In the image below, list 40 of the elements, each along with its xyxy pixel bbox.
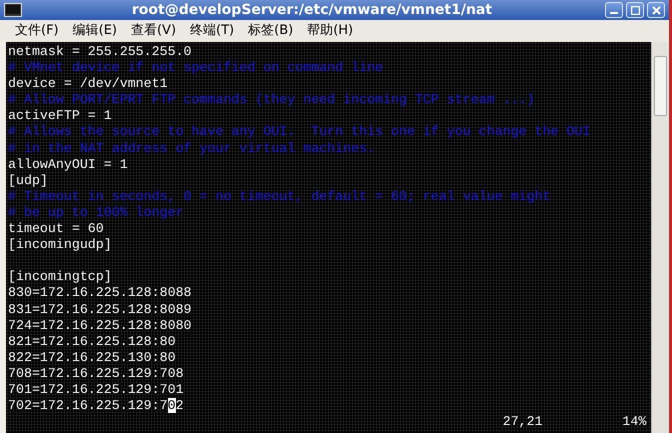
menu-item[interactable]: 帮助(H) [300, 21, 360, 41]
close-icon [652, 6, 660, 14]
config-line: 708=172.16.225.129:708 [8, 366, 185, 382]
maximize-button[interactable] [626, 2, 644, 18]
comment-line: # Allows the source to have any OUI. Turn this one if you change the OUI [8, 124, 592, 141]
config-line: activeFTP = 1 [8, 108, 113, 124]
config-line: 821=172.16.225.128:80 [8, 334, 177, 350]
config-line: device = /dev/vmnet1 [8, 76, 169, 92]
menu-item[interactable]: 文件(F) [8, 21, 66, 41]
scrollbar-thumb[interactable] [654, 56, 667, 116]
menu-item[interactable]: 编辑(E) [66, 21, 124, 41]
terminal-icon [4, 3, 22, 17]
comment-line: # VMnet device if not specified on command line [8, 60, 384, 76]
config-line: 702=172.16.225.129:7 [8, 398, 168, 414]
config-line: [incomingtcp] [8, 269, 113, 286]
config-line: 830=172.16.225.128:8088 [8, 285, 193, 302]
config-line: 831=172.16.225.128:8089 [8, 302, 193, 318]
config-line-end: 2 [176, 398, 184, 414]
config-line: 701=172.16.225.129:701 [8, 382, 185, 398]
config-line: allowAnyOUI = 1 [8, 156, 129, 173]
window-title: root@developServer:/etc/vmware/vmnet1/nat [130, 1, 494, 20]
menu-item[interactable]: 标签(B) [241, 21, 300, 41]
menu-item[interactable]: 终端(T) [183, 21, 242, 41]
config-line: [incomingudp] [8, 237, 113, 254]
config-line: 724=172.16.225.128:8080 [8, 318, 193, 334]
close-button[interactable] [647, 2, 665, 18]
config-line: timeout = 60 [8, 221, 105, 238]
maximize-icon [630, 6, 640, 14]
config-line: [udp] [8, 172, 49, 189]
text-cursor: 0 [168, 398, 176, 414]
config-line: 822=172.16.225.130:80 [8, 350, 177, 366]
config-line: netmask = 255.255.255.0 [8, 44, 193, 60]
cursor-position: 27,21 [502, 414, 543, 430]
menu-item[interactable]: 查看(V) [124, 21, 184, 41]
comment-line: # be up to 100% longer [8, 204, 185, 222]
comment-line: # in the NAT address of your virtual machines. [8, 140, 376, 157]
comment-line: # Allow PORT/EPRT FTP commands (they need incoming TCP stream ...) [8, 92, 536, 108]
scroll-percent: 14% [622, 414, 646, 430]
minimize-button[interactable] [605, 2, 623, 18]
comment-line: # Timeout in seconds, 0 = no timeout, default = 60; real value might [8, 188, 552, 205]
